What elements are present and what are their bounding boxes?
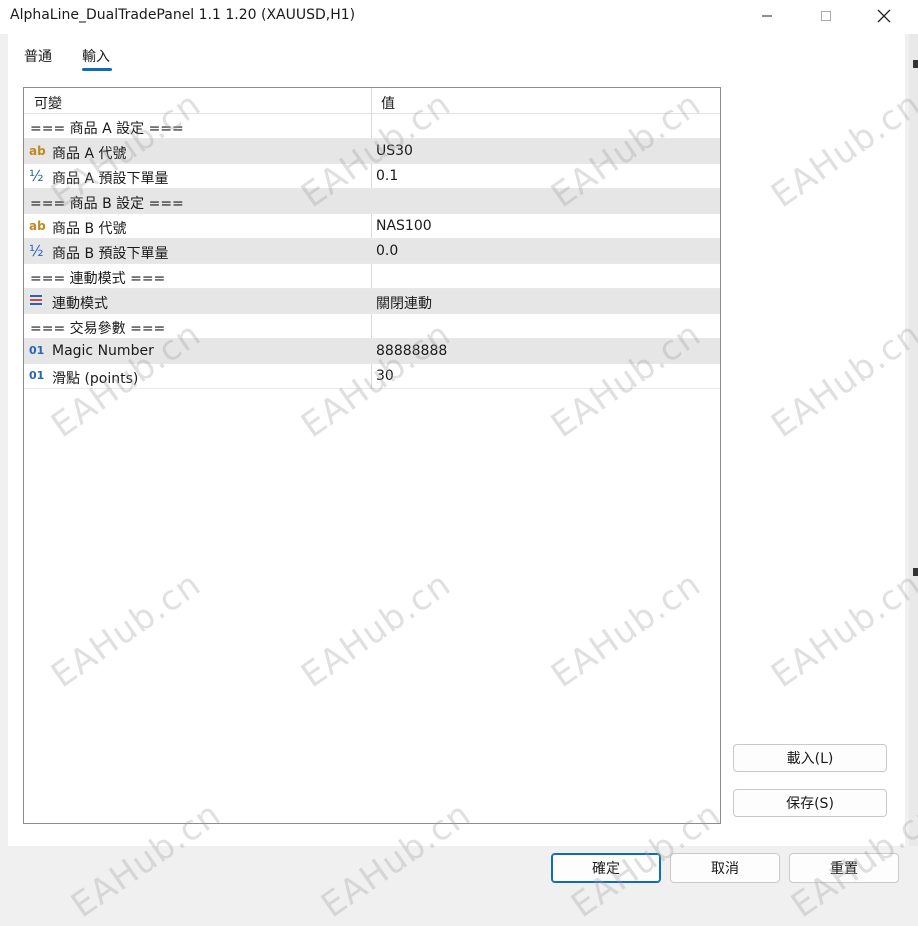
close-button[interactable] bbox=[861, 0, 907, 32]
reset-button[interactable]: 重置 bbox=[789, 853, 899, 883]
header-variable[interactable]: 可變 bbox=[34, 93, 62, 113]
row-value[interactable]: 0.0 bbox=[376, 243, 398, 259]
window-title: AlphaLine_DualTradePanel 1.1 1.20 (XAUUS… bbox=[10, 7, 356, 23]
row-name: 商品 A 代號 bbox=[52, 146, 127, 162]
maximize-icon bbox=[821, 11, 831, 21]
row-name: 連動模式 bbox=[52, 296, 108, 312]
minimize-icon bbox=[762, 15, 772, 17]
enum-type-icon bbox=[29, 293, 47, 309]
table-row[interactable]: ½ 商品 A 預設下單量 0.1 bbox=[24, 164, 720, 189]
row-value[interactable]: 關閉連動 bbox=[376, 293, 432, 313]
table-row[interactable]: === 商品 A 設定 === bbox=[24, 114, 720, 139]
double-type-icon: ½ bbox=[29, 242, 44, 260]
row-name: 商品 A 預設下單量 bbox=[52, 171, 169, 187]
row-name: === 商品 B 設定 === bbox=[30, 196, 184, 212]
table-row[interactable]: ab 商品 B 代號 NAS100 bbox=[24, 214, 720, 239]
table-row[interactable]: === 商品 B 設定 === bbox=[24, 189, 720, 214]
row-name: === 連動模式 === bbox=[30, 271, 166, 287]
row-name: === 商品 A 設定 === bbox=[30, 121, 184, 137]
tab-inputs[interactable]: 輸入 bbox=[82, 46, 110, 66]
table-row[interactable]: ½ 商品 B 預設下單量 0.0 bbox=[24, 239, 720, 264]
grid-header: 可變 值 bbox=[24, 88, 720, 114]
row-value[interactable]: 0.1 bbox=[376, 168, 398, 184]
row-name: === 交易參數 === bbox=[30, 321, 166, 337]
ok-button[interactable]: 確定 bbox=[551, 853, 661, 883]
background-window-edge bbox=[909, 34, 918, 846]
save-button[interactable]: 保存(S) bbox=[733, 789, 887, 817]
string-type-icon: ab bbox=[29, 219, 46, 233]
row-name: Magic Number bbox=[52, 343, 154, 359]
table-row[interactable]: === 連動模式 === bbox=[24, 264, 720, 289]
maximize-button[interactable] bbox=[803, 0, 849, 32]
string-type-icon: ab bbox=[29, 144, 46, 158]
tab-general[interactable]: 普通 bbox=[24, 46, 52, 66]
integer-type-icon: 01 bbox=[29, 369, 45, 382]
close-icon bbox=[877, 9, 891, 23]
row-value[interactable]: NAS100 bbox=[376, 218, 432, 234]
table-row[interactable]: 連動模式 關閉連動 bbox=[24, 289, 720, 314]
table-row[interactable]: ab 商品 A 代號 US30 bbox=[24, 139, 720, 164]
table-row[interactable]: === 交易參數 === bbox=[24, 314, 720, 339]
active-tab-indicator bbox=[82, 68, 112, 71]
row-value[interactable]: 88888888 bbox=[376, 343, 447, 359]
load-button[interactable]: 載入(L) bbox=[733, 744, 887, 772]
dialog-footer: 確定 取消 重置 bbox=[0, 846, 918, 894]
cancel-button[interactable]: 取消 bbox=[670, 853, 780, 883]
title-bar: AlphaLine_DualTradePanel 1.1 1.20 (XAUUS… bbox=[0, 0, 918, 34]
table-row[interactable]: 01 滑點 (points) 30 bbox=[24, 364, 720, 389]
dialog-body: 普通 輸入 可變 值 === 商品 A 設定 === ab 商品 A 代號 US… bbox=[8, 34, 905, 846]
header-value[interactable]: 值 bbox=[381, 93, 395, 113]
row-name: 商品 B 預設下單量 bbox=[52, 246, 169, 262]
minimize-button[interactable] bbox=[744, 0, 790, 32]
row-name: 商品 B 代號 bbox=[52, 221, 127, 237]
row-name: 滑點 (points) bbox=[52, 371, 139, 387]
inputs-grid: 可變 值 === 商品 A 設定 === ab 商品 A 代號 US30 ½ 商… bbox=[23, 87, 721, 824]
background-window-mark bbox=[913, 568, 918, 576]
table-row[interactable]: 01 Magic Number 88888888 bbox=[24, 339, 720, 364]
row-value[interactable]: 30 bbox=[376, 368, 394, 384]
integer-type-icon: 01 bbox=[29, 344, 45, 357]
row-value[interactable]: US30 bbox=[376, 143, 413, 159]
double-type-icon: ½ bbox=[29, 167, 44, 185]
background-window-mark bbox=[913, 60, 918, 68]
